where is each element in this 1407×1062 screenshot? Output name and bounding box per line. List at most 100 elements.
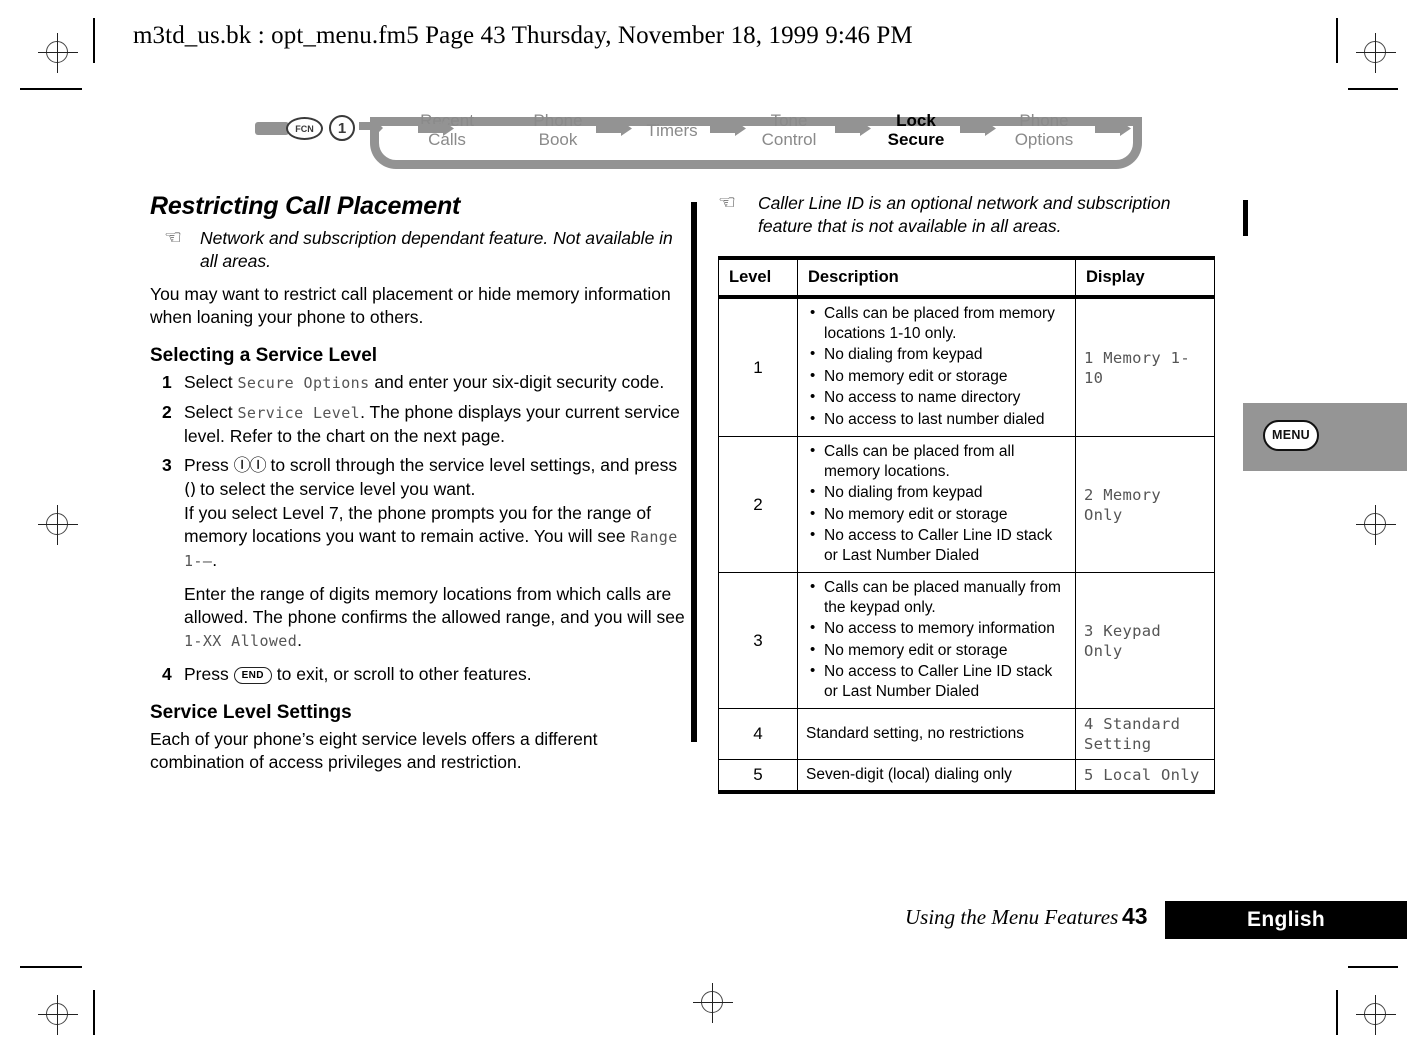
nav-item-phone-book-line1: Phone bbox=[533, 111, 583, 130]
nav-item-timers[interactable]: Timers bbox=[635, 121, 709, 140]
row-4-level: 4 bbox=[718, 708, 798, 760]
closing-paragraph: Each of your phone’s eight service level… bbox=[150, 729, 598, 772]
note-network-subscription-text: Network and subscription dependant featu… bbox=[200, 228, 673, 271]
row-4-description: Standard setting, no restrictions bbox=[797, 708, 1076, 760]
row-2-display: 2 Memory Only bbox=[1075, 436, 1215, 573]
step-3-note-range-lcd: 1-XX Allowed bbox=[184, 632, 298, 650]
nav-connector-3-icon bbox=[710, 121, 746, 136]
row-1-bullet-2: No dialing from keypad bbox=[810, 344, 1067, 365]
nav-dash-start bbox=[255, 122, 289, 135]
row-1-bullet-1: Calls can be placed from memory location… bbox=[810, 303, 1067, 343]
step-1-post: and enter your six-digit security code. bbox=[369, 372, 665, 392]
footer-language-badge: English bbox=[1165, 901, 1407, 939]
step-4-pre: Press bbox=[184, 664, 234, 684]
nav-item-phone-options-line1: Phone bbox=[1019, 111, 1069, 130]
row-3-bullet-2: No access to memory information bbox=[810, 618, 1067, 639]
step-1: 1 Select Secure Options and enter your si… bbox=[150, 371, 690, 395]
nav-item-phone-book[interactable]: Phone Book bbox=[520, 111, 596, 149]
nav-connector-2-icon bbox=[596, 121, 632, 136]
crop-line-bottom-left-vertical bbox=[93, 990, 95, 1035]
row-2-bullet-3: No memory edit or storage bbox=[810, 504, 1067, 525]
steps-list: 1 Select Secure Options and enter your si… bbox=[150, 371, 690, 686]
row-5-description: Seven-digit (local) dialing only bbox=[797, 759, 1076, 794]
right-table-column: ☜ Caller Line ID is an optional network … bbox=[718, 192, 1218, 794]
row-5-level: 5 bbox=[718, 759, 798, 794]
step-1-lcd: Secure Options bbox=[237, 374, 370, 392]
table-header-description: Description bbox=[797, 256, 1076, 299]
service-levels-table: Level Description Display 1 Calls can be… bbox=[718, 256, 1215, 794]
registration-mark-bottom-right bbox=[1356, 995, 1396, 1035]
nav-item-lock-secure-line1: Lock bbox=[896, 111, 936, 130]
left-text-column: Restricting Call Placement ☜ Network and… bbox=[150, 192, 690, 784]
nav-connector-5-icon bbox=[960, 121, 996, 136]
pointing-hand-icon: ☜ bbox=[718, 192, 736, 214]
row-2-level: 2 bbox=[718, 436, 798, 573]
registration-mark-bottom-left bbox=[38, 995, 78, 1035]
document-header-line: m3td_us.bk : opt_menu.fm5 Page 43 Thursd… bbox=[133, 22, 913, 49]
nav-connector-4-icon bbox=[835, 121, 871, 136]
step-4: 4 Press END to exit, or scroll to other f… bbox=[150, 663, 690, 686]
step-2-pre: Select bbox=[184, 402, 238, 422]
table-header-row: Level Description Display bbox=[718, 256, 1215, 299]
fcn-key[interactable]: FCN bbox=[286, 117, 323, 140]
step-2: 2 Select Service Level. The phone display… bbox=[150, 401, 690, 448]
step-3: 3 Press ⒾⒾ to scroll through the service … bbox=[150, 454, 690, 653]
nav-item-tone-control-line1: Tone bbox=[770, 111, 808, 130]
nav-item-phone-options[interactable]: Phone Options bbox=[997, 111, 1091, 149]
column-divider bbox=[691, 202, 697, 742]
step-3-pre: Press bbox=[184, 455, 234, 475]
subheading-selecting-service-level: Selecting a Service Level bbox=[150, 345, 378, 366]
step-3-note-range-pre: Enter the range of digits memory locatio… bbox=[184, 584, 685, 627]
side-tab-menu[interactable]: MENU bbox=[1243, 403, 1407, 471]
step-3-note-level7-pre: If you select Level 7, the phone prompts… bbox=[184, 503, 651, 546]
registration-mark-mid-left bbox=[38, 505, 78, 545]
table-header-level: Level bbox=[718, 256, 798, 299]
end-key-icon: END bbox=[233, 667, 272, 684]
menu-button[interactable]: MENU bbox=[1263, 420, 1319, 451]
row-1-level: 1 bbox=[718, 296, 798, 437]
one-key[interactable]: 1 bbox=[329, 115, 355, 141]
nav-item-phone-book-line2: Book bbox=[538, 130, 578, 149]
table-row: 3 Calls can be placed manually from the … bbox=[718, 572, 1215, 709]
step-2-lcd: Service Level bbox=[237, 404, 361, 422]
crop-line-bottom-left-horizontal bbox=[20, 966, 82, 968]
intro-paragraph: You may want to restrict call placement … bbox=[150, 284, 671, 327]
step-3-note-level7-post: . bbox=[212, 550, 218, 570]
table-row: 4 Standard setting, no restrictions 4 St… bbox=[718, 708, 1215, 760]
nav-item-lock-secure[interactable]: Lock Secure bbox=[873, 111, 959, 149]
row-2-bullet-4: No access to Caller Line ID stack or Las… bbox=[810, 525, 1067, 565]
row-1-bullet-3: No memory edit or storage bbox=[810, 366, 1067, 387]
crop-line-top-right-horizontal bbox=[1348, 88, 1398, 90]
row-3-bullet-3: No memory edit or storage bbox=[810, 640, 1067, 661]
step-2-number: 2 bbox=[162, 402, 172, 422]
pointing-hand-icon: ☜ bbox=[164, 227, 182, 249]
right-edge-mark bbox=[1243, 200, 1248, 236]
registration-mark-top-left bbox=[38, 33, 78, 73]
table-row: 5 Seven-digit (local) dialing only 5 Loc… bbox=[718, 759, 1215, 794]
step-1-number: 1 bbox=[162, 372, 172, 392]
row-3-description: Calls can be placed manually from the ke… bbox=[797, 572, 1076, 709]
table-row: 2 Calls can be placed from all memory lo… bbox=[718, 436, 1215, 573]
nav-item-lock-secure-line2: Secure bbox=[887, 130, 945, 149]
row-3-level: 3 bbox=[718, 572, 798, 709]
nav-item-tone-control[interactable]: Tone Control bbox=[744, 111, 834, 149]
step-3-mid: to scroll through the service level sett… bbox=[265, 455, 678, 475]
row-3-bullet-4: No access to Caller Line ID stack or Las… bbox=[810, 661, 1067, 701]
row-5-display: 5 Local Only bbox=[1075, 759, 1215, 794]
step-4-post: to exit, or scroll to other features. bbox=[271, 664, 532, 684]
subheading-service-level-settings: Service Level Settings bbox=[150, 702, 352, 723]
registration-mark-mid-right bbox=[1356, 505, 1396, 545]
nav-connector-1-icon bbox=[418, 121, 454, 136]
row-2-description: Calls can be placed from all memory loca… bbox=[797, 436, 1076, 573]
crop-line-top-left-vertical bbox=[93, 18, 95, 63]
registration-mark-bottom-center bbox=[693, 983, 733, 1023]
nav-connector-6-icon bbox=[1095, 121, 1131, 136]
step-4-number: 4 bbox=[162, 664, 172, 684]
page-title: Restricting Call Placement bbox=[150, 192, 461, 220]
row-2-bullet-2: No dialing from keypad bbox=[810, 482, 1067, 503]
registration-mark-top-right bbox=[1356, 33, 1396, 73]
crop-line-top-right-vertical bbox=[1336, 18, 1338, 63]
crop-line-top-left-horizontal bbox=[20, 88, 82, 90]
menu-breadcrumb-nav: FCN 1 Recent Calls Phone Book Timers Ton… bbox=[255, 100, 1155, 178]
footer-page-number: 43 bbox=[1122, 903, 1148, 929]
